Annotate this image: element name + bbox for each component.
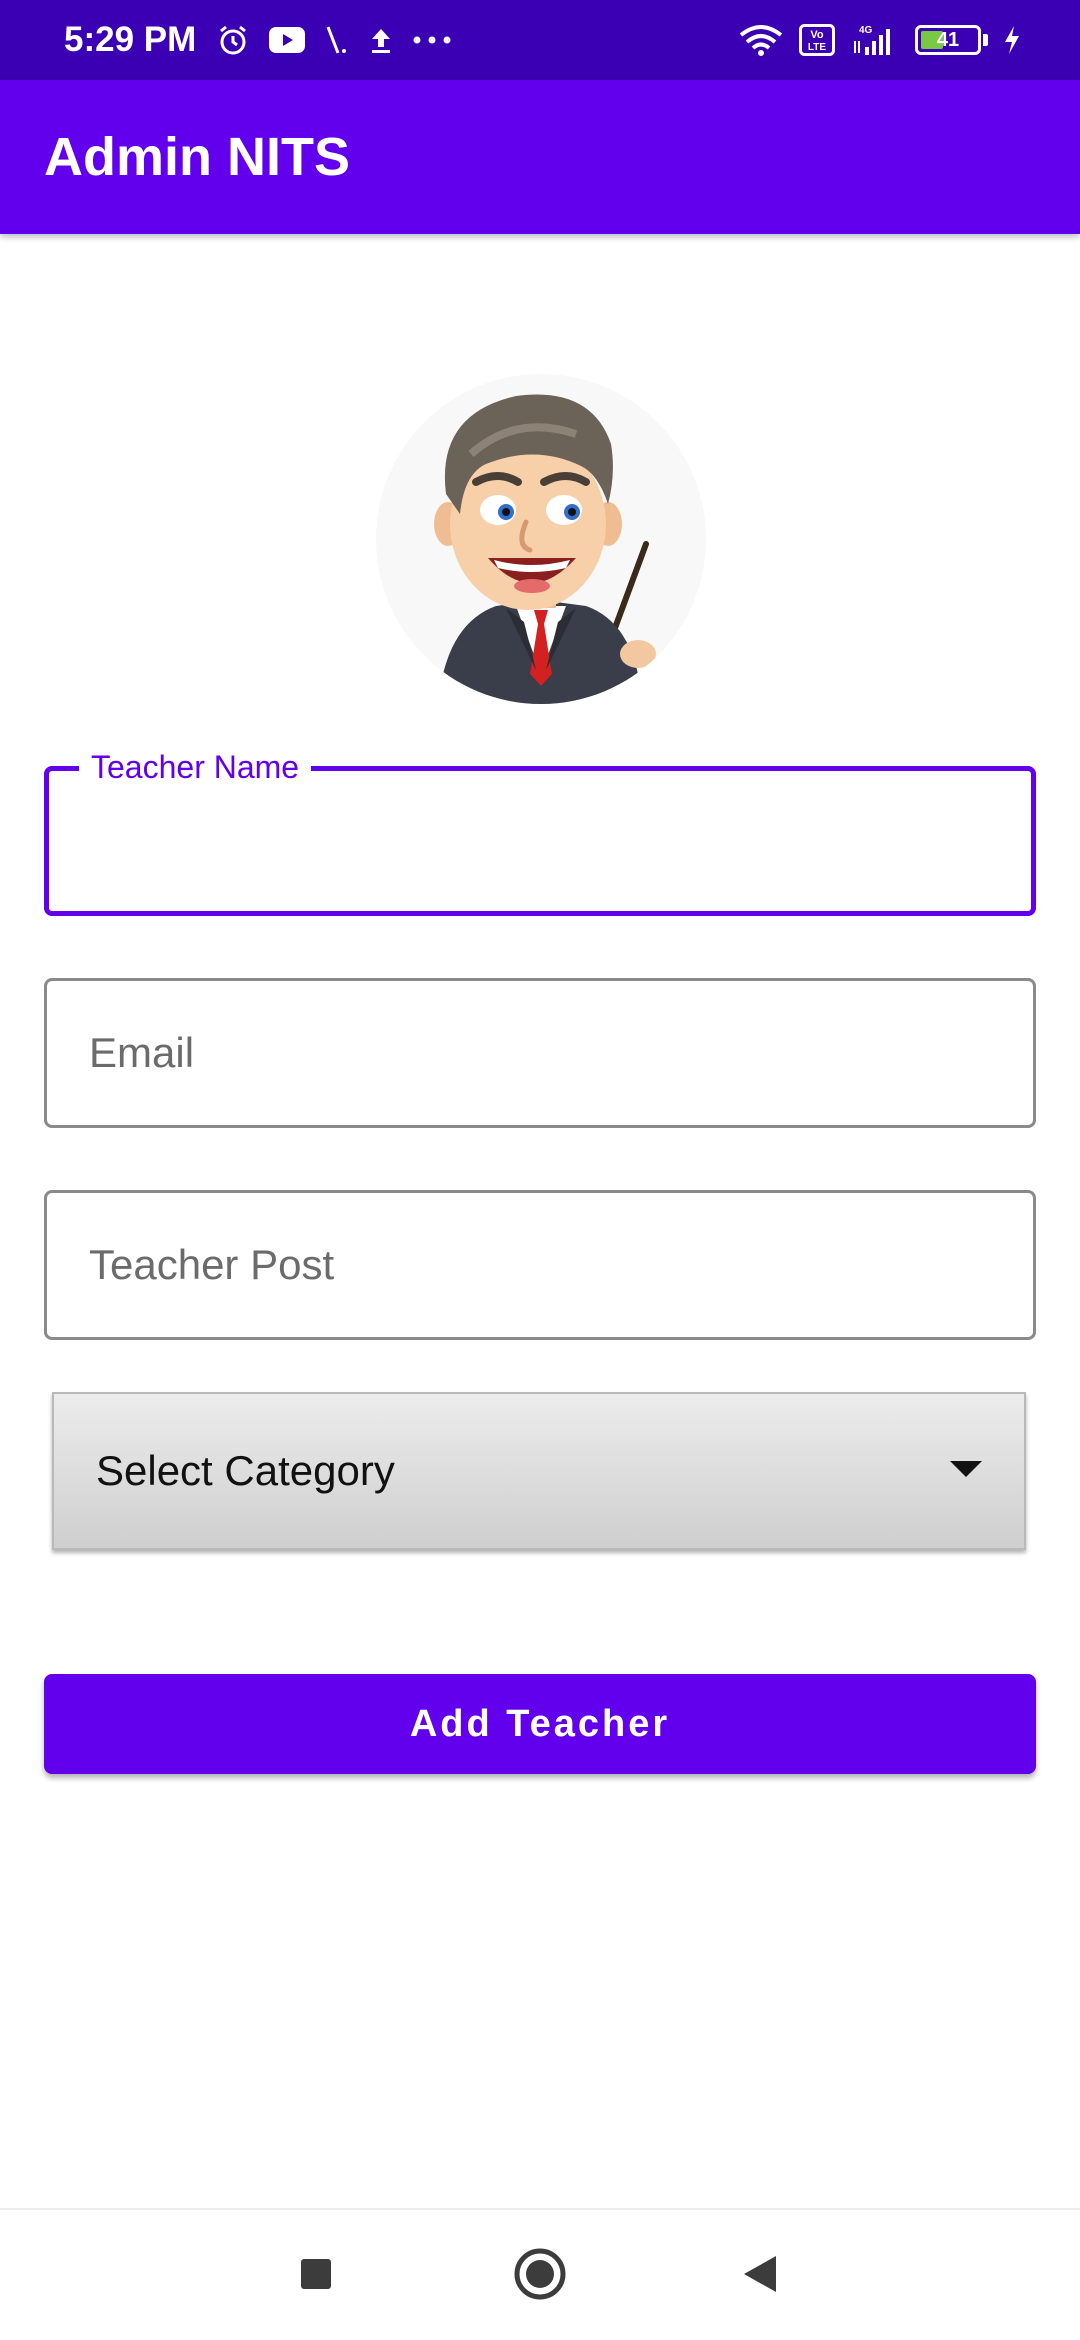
back-icon <box>742 2254 778 2299</box>
wifi-icon <box>737 23 785 57</box>
dropdown-arrow-icon <box>948 1459 984 1484</box>
teacher-avatar-icon <box>376 374 706 704</box>
teacher-name-label: Teacher Name <box>79 749 312 786</box>
email-field[interactable] <box>44 978 1036 1128</box>
status-bar: 5:29 PM Vo LTE 4G 41 <box>0 0 1080 80</box>
alarm-icon <box>216 23 250 57</box>
category-selected: Select Category <box>96 1447 395 1494</box>
charging-icon <box>1002 24 1022 56</box>
email-input[interactable] <box>47 981 1033 1125</box>
nav-bar <box>0 2208 1080 2340</box>
battery-icon: 41 <box>915 25 981 55</box>
category-dropdown[interactable]: Select Category <box>52 1392 1026 1550</box>
status-left: 5:29 PM <box>64 20 470 60</box>
upload-icon <box>368 25 394 55</box>
app-title: Admin NITS <box>44 127 350 187</box>
signal-4g-icon: 4G <box>849 23 897 57</box>
recents-icon <box>299 2257 333 2296</box>
teacher-post-input[interactable] <box>47 1193 1033 1337</box>
svg-text:LTE: LTE <box>808 42 826 53</box>
status-right: Vo LTE 4G 41 <box>723 23 1022 57</box>
more-icon <box>412 35 452 45</box>
battery-nub <box>983 34 988 46</box>
svg-text:Vo: Vo <box>810 29 824 41</box>
home-icon <box>513 2247 567 2306</box>
back-button[interactable] <box>700 2210 820 2340</box>
status-time: 5:29 PM <box>64 20 197 59</box>
teacher-post-field[interactable] <box>44 1190 1036 1340</box>
recents-button[interactable] <box>256 2210 376 2340</box>
youtube-icon <box>268 26 306 54</box>
teacher-avatar[interactable] <box>376 374 706 704</box>
add-teacher-button[interactable]: Add Teacher <box>44 1674 1036 1774</box>
app-bar: Admin NITS <box>0 80 1080 234</box>
teacher-name-field[interactable]: Teacher Name <box>44 749 1036 916</box>
slash-icon <box>324 25 350 55</box>
battery-level: 41 <box>936 28 960 51</box>
svg-text:4G: 4G <box>859 25 873 36</box>
volte-icon: Vo LTE <box>799 24 835 56</box>
teacher-name-input[interactable] <box>49 771 1031 911</box>
home-button[interactable] <box>480 2210 600 2340</box>
